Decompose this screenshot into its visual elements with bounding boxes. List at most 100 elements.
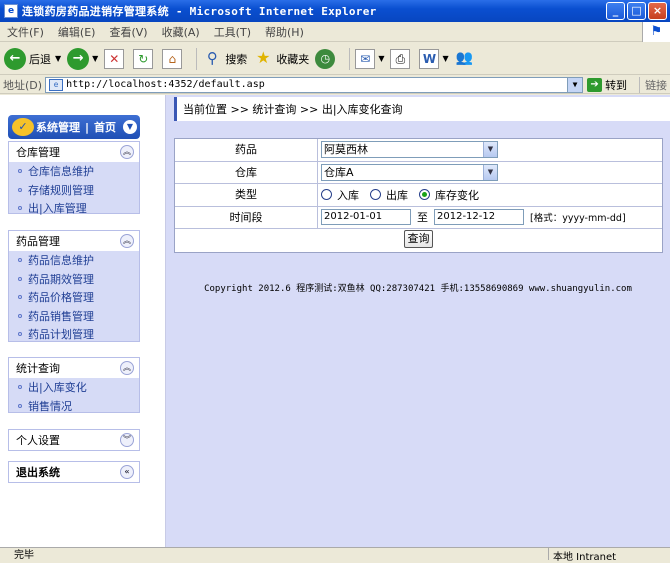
sidebar-item-label: 出|入库管理 [28,202,87,216]
back-button[interactable]: ← 后退 ▼ [4,47,61,70]
mail-button[interactable]: ✉ ▼ [355,48,384,69]
ie-icon: e [4,4,18,18]
close-button[interactable]: × [648,2,667,20]
drug-label: 药品 [175,139,318,161]
sidebar: ✓ 系统管理 | 首页 ▼ 仓库管理 ︽ 仓库信息维护 存储规则管理 出|入库管… [0,95,166,547]
to-label: 至 [417,211,428,225]
date-format-hint: [格式：yyyy-mm-dd] [530,213,626,225]
history-button[interactable]: ◷ [315,48,338,69]
expand-chevron-icon[interactable]: ︾ [120,433,134,447]
forward-button[interactable]: → ▼ [67,47,98,70]
drug-select-value: 阿莫西林 [324,143,368,157]
radio-circle[interactable] [321,189,332,201]
sidebar-item-label: 药品计划管理 [28,328,94,342]
links-button[interactable]: 链接 [639,76,667,93]
window-titlebar[interactable]: e 连锁药房药品进销存管理系统 - Microsoft Internet Exp… [0,0,670,22]
bullet-icon [18,206,22,211]
sidebar-group-title[interactable]: 药品管理 ︽ [9,231,139,251]
print-button[interactable]: ⎙ [390,48,413,69]
menu-tools[interactable]: 工具(T) [207,24,258,40]
menubar: 文件(F) 编辑(E) 查看(V) 收藏(A) 工具(T) 帮助(H) ⚑ [0,22,670,42]
go-button[interactable]: ➔ 转到 [587,77,627,93]
back-arrow-icon: ← [4,47,26,70]
sidebar-item[interactable]: 药品信息维护 [9,251,139,270]
warehouse-select-value: 仓库A [324,165,354,179]
sidebar-group-warehouse: 仓库管理 ︽ 仓库信息维护 存储规则管理 出|入库管理 [8,141,140,215]
collapse-chevron-icon[interactable]: ︽ [120,361,134,375]
status-bar: 完毕 本地 Intranet [0,547,670,563]
date-from-input[interactable]: 2012-01-01 [321,209,411,226]
bullet-icon [18,258,22,263]
sidebar-system-link[interactable]: 系统管理 [36,119,80,135]
address-dropdown-icon[interactable]: ▼ [567,77,583,92]
sidebar-group-statistics: 统计查询 ︽ 出|入库变化 销售情况 [8,357,140,413]
search-button[interactable]: ⚲ 搜索 [202,49,248,69]
favorites-button[interactable]: ★ 收藏夹 [253,48,309,69]
menu-favorites[interactable]: 收藏(A) [155,24,207,40]
menu-help[interactable]: 帮助(H) [258,24,311,40]
toolbar-separator [349,47,351,70]
radio-stock-in[interactable]: 入库 [321,187,359,203]
messenger-button[interactable]: 👥 [455,49,478,69]
sidebar-item[interactable]: 药品价格管理 [9,288,139,307]
sidebar-group-title[interactable]: 统计查询 ︽ [9,358,139,378]
forward-dropdown-icon[interactable]: ▼ [92,54,98,63]
sidebar-group-title[interactable]: 仓库管理 ︽ [9,142,139,162]
chevron-down-icon[interactable]: ▼ [123,120,137,134]
drug-select[interactable]: 阿莫西林 ▼ [321,141,498,159]
mail-dropdown-icon[interactable]: ▼ [378,54,384,63]
collapse-chevron-icon[interactable]: ︽ [120,145,134,159]
sidebar-item-label: 出|入库变化 [28,381,87,395]
bullet-icon [18,403,22,408]
chevron-down-icon[interactable]: ▼ [483,164,497,180]
bullet-icon [18,169,22,174]
sidebar-group-personal: 个人设置 ︾ [8,429,140,451]
menu-file[interactable]: 文件(F) [0,24,51,40]
sidebar-item-label: 药品销售管理 [28,309,94,323]
sidebar-item[interactable]: 仓库信息维护 [9,162,139,181]
security-zone: 本地 Intranet [548,548,616,563]
edit-button[interactable]: W ▼ [419,48,449,69]
window-title: 连锁药房药品进销存管理系统 - Microsoft Internet Explo… [22,5,377,18]
date-to-input[interactable]: 2012-12-12 [434,209,524,226]
menu-edit[interactable]: 编辑(E) [51,24,103,40]
query-button[interactable]: 查询 [404,230,433,248]
bullet-icon [18,385,22,390]
chevron-left-icon[interactable]: « [120,465,134,479]
menu-view[interactable]: 查看(V) [102,24,154,40]
address-input[interactable]: e http://localhost:4352/default.asp ▼ [45,76,584,93]
sidebar-home-link[interactable]: 首页 [94,119,116,135]
sidebar-item[interactable]: 存储规则管理 [9,181,139,200]
stop-button[interactable]: ✕ [104,48,127,69]
chevron-down-icon[interactable]: ▼ [483,142,497,158]
warehouse-select[interactable]: 仓库A ▼ [321,163,498,181]
header-divider: | [85,120,90,134]
maximize-button[interactable]: □ [627,2,646,20]
word-edit-icon: W [419,48,440,69]
page-viewport: ✓ 系统管理 | 首页 ▼ 仓库管理 ︽ 仓库信息维护 存储规则管理 出|入库管… [0,95,670,547]
windows-logo-icon: ⚑ [642,22,670,42]
sidebar-item[interactable]: 出|入库管理 [9,199,139,218]
radio-circle[interactable] [370,189,381,201]
radio-circle-selected[interactable] [419,189,430,201]
radio-stock-change[interactable]: 库存变化 [419,187,479,203]
sidebar-item[interactable]: 出|入库变化 [9,378,139,397]
sidebar-item[interactable]: 药品期效管理 [9,270,139,289]
edit-dropdown-icon[interactable]: ▼ [442,54,448,63]
address-label: 地址(D) [3,78,43,92]
sidebar-header: ✓ 系统管理 | 首页 ▼ [8,115,140,139]
sidebar-item[interactable]: 药品计划管理 [9,325,139,344]
collapse-chevron-icon[interactable]: ︽ [120,234,134,248]
sidebar-item[interactable]: 药品销售管理 [9,307,139,326]
home-button[interactable]: ⌂ [162,48,185,69]
go-arrow-icon: ➔ [587,77,603,92]
print-icon: ⎙ [390,48,411,69]
radio-stock-out[interactable]: 出库 [370,187,408,203]
sidebar-group-title[interactable]: 退出系统 « [9,462,139,482]
minimize-button[interactable]: _ [606,2,625,20]
sidebar-group-title[interactable]: 个人设置 ︾ [9,430,139,450]
sidebar-group-drug: 药品管理 ︽ 药品信息维护 药品期效管理 药品价格管理 药品销售管理 药品计划管… [8,230,140,342]
back-dropdown-icon[interactable]: ▼ [55,54,61,63]
sidebar-item[interactable]: 销售情况 [9,397,139,416]
refresh-button[interactable]: ↻ [133,48,156,69]
